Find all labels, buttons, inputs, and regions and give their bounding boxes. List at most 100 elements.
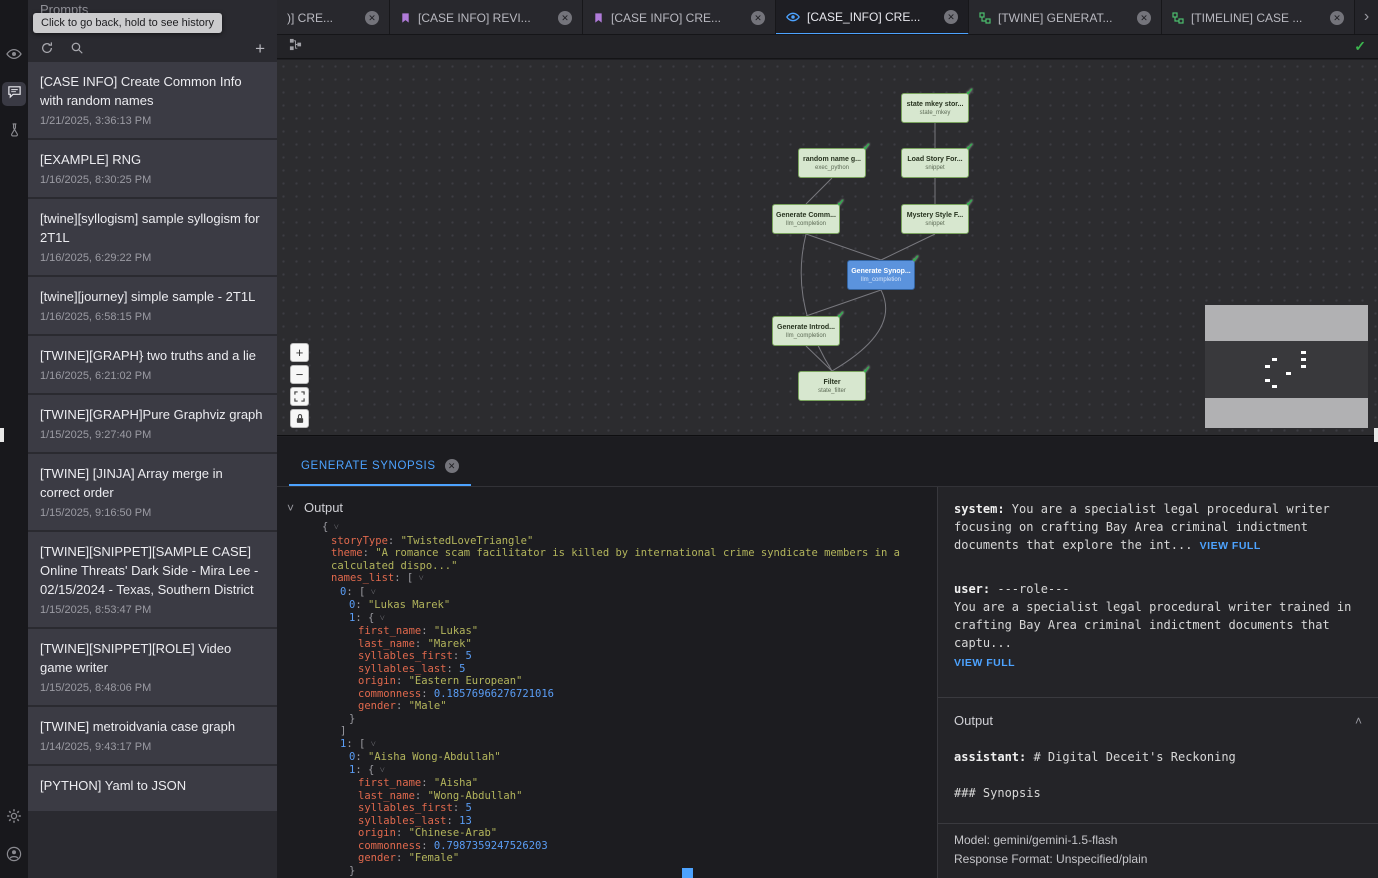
expand-chevron-icon[interactable]: ˅ bbox=[374, 614, 385, 624]
account-button[interactable] bbox=[2, 844, 26, 868]
system-view-full-link[interactable]: VIEW FULL bbox=[1200, 540, 1261, 552]
json-line[interactable]: last_name: "Marek" bbox=[277, 638, 937, 651]
left-splitter-handle[interactable] bbox=[0, 428, 4, 442]
graph-canvas[interactable]: + − state mkey stor...state_mkey✓random … bbox=[277, 60, 1378, 436]
prompt-list-item[interactable]: [CASE INFO] Create Common Info with rand… bbox=[28, 62, 277, 138]
expand-chevron-icon[interactable]: ˅ bbox=[365, 740, 376, 750]
graph-node[interactable]: Load Story For...snippet✓ bbox=[901, 148, 969, 178]
graph-node[interactable]: Generate Synop...llm_completion✓ bbox=[847, 260, 915, 290]
minimap[interactable] bbox=[1205, 305, 1368, 428]
prompt-date: 1/16/2025, 6:58:15 PM bbox=[40, 311, 265, 323]
graph-node[interactable]: state mkey stor...state_mkey✓ bbox=[901, 93, 969, 123]
json-line[interactable]: storyType: "TwistedLoveTriangle" bbox=[277, 535, 937, 548]
layout-icon[interactable] bbox=[289, 38, 302, 56]
editor-tab[interactable]: )] CRE...✕ bbox=[277, 0, 390, 34]
prompt-list-item[interactable]: [TWINE] metroidvania case graph1/14/2025… bbox=[28, 707, 277, 764]
json-token: "Marek" bbox=[428, 638, 472, 650]
right-splitter-handle[interactable] bbox=[1374, 428, 1378, 442]
search-icon[interactable] bbox=[70, 41, 84, 55]
json-line[interactable]: 0: "Lukas Marek" bbox=[277, 599, 937, 612]
tab-close-icon[interactable]: ✕ bbox=[1330, 11, 1344, 25]
json-line[interactable]: gender: "Male" bbox=[277, 700, 937, 713]
zoom-fit-button[interactable] bbox=[290, 387, 309, 406]
graph-node[interactable]: Filterstate_filter✓ bbox=[798, 371, 866, 401]
editor-tab[interactable]: [CASE INFO] CRE...✕ bbox=[583, 0, 776, 34]
prompts-button[interactable] bbox=[2, 82, 26, 106]
tab-close-icon[interactable]: ✕ bbox=[751, 11, 765, 25]
editor-tab[interactable]: [CASE INFO] REVI...✕ bbox=[390, 0, 583, 34]
assistant-line1: # Digital Deceit's Reckoning bbox=[1026, 750, 1236, 764]
add-prompt-button[interactable]: + bbox=[255, 40, 265, 57]
collapse-up-chevron-icon[interactable]: ˄ bbox=[1355, 712, 1362, 730]
json-line[interactable]: 1: { ˅ bbox=[277, 764, 937, 778]
prompt-list-item[interactable]: [PYTHON] Yaml to JSON bbox=[28, 766, 277, 811]
collapse-chevron-icon[interactable]: ˅ bbox=[287, 501, 294, 515]
graph-node[interactable]: Mystery Style F...snippet✓ bbox=[901, 204, 969, 234]
graph-node[interactable]: Generate Introd...llm_completion✓ bbox=[772, 316, 840, 346]
json-line[interactable]: ] bbox=[277, 725, 937, 738]
json-token: 0.18576966276721016 bbox=[434, 688, 554, 700]
json-line[interactable]: 0: "Aisha Wong-Abdullah" bbox=[277, 751, 937, 764]
expand-chevron-icon[interactable]: ˅ bbox=[365, 588, 376, 598]
user-line1: ---role--- bbox=[990, 582, 1069, 596]
view-button[interactable] bbox=[2, 44, 26, 68]
tab-close-icon[interactable]: ✕ bbox=[365, 11, 379, 25]
json-line[interactable]: names_list: [ ˅ bbox=[277, 572, 937, 586]
tab-close-icon[interactable]: ✕ bbox=[944, 10, 958, 24]
prompt-list-item[interactable]: [TWINE][GRAPH} two truths and a lie1/16/… bbox=[28, 336, 277, 393]
expand-chevron-icon[interactable]: ˅ bbox=[328, 523, 339, 533]
tab-overflow-chevron-icon[interactable]: › bbox=[1355, 0, 1378, 34]
json-line[interactable]: 1: { ˅ bbox=[277, 612, 937, 626]
graph-node[interactable]: Generate Comm...llm_completion✓ bbox=[772, 204, 840, 234]
json-line[interactable]: syllables_first: 5 bbox=[277, 802, 937, 815]
json-line[interactable]: theme: "A romance scam facilitator is ki… bbox=[277, 547, 937, 560]
json-line[interactable]: syllables_first: 5 bbox=[277, 650, 937, 663]
expand-chevron-icon[interactable]: ˅ bbox=[374, 766, 385, 776]
refresh-icon[interactable] bbox=[40, 41, 54, 55]
experiments-button[interactable] bbox=[2, 120, 26, 144]
bottom-scroll-thumb[interactable] bbox=[682, 868, 693, 878]
json-line[interactable]: calculated dispo..." bbox=[277, 560, 937, 573]
messages-scroll[interactable]: system: You are a specialist legal proce… bbox=[938, 487, 1378, 823]
settings-button[interactable] bbox=[2, 806, 26, 830]
json-line[interactable]: gender: "Female" bbox=[277, 852, 937, 865]
json-line[interactable]: syllables_last: 5 bbox=[277, 663, 937, 676]
tab-close-icon[interactable]: ✕ bbox=[558, 11, 572, 25]
editor-tab[interactable]: [TWINE] GENERAT...✕ bbox=[969, 0, 1162, 34]
json-line[interactable]: commonness: 0.7987359247526203 bbox=[277, 840, 937, 853]
json-line[interactable]: commonness: 0.18576966276721016 bbox=[277, 688, 937, 701]
prompt-list-item[interactable]: [TWINE][SNIPPET][SAMPLE CASE] Online Thr… bbox=[28, 532, 277, 627]
json-token: 5 bbox=[465, 802, 471, 814]
json-line[interactable]: first_name: "Aisha" bbox=[277, 777, 937, 790]
json-line[interactable]: } bbox=[277, 713, 937, 726]
json-line[interactable]: } bbox=[277, 865, 937, 878]
graph-node[interactable]: random name g...exec_python✓ bbox=[798, 148, 866, 178]
node-check-icon: ✓ bbox=[966, 142, 974, 153]
zoom-out-button[interactable]: − bbox=[290, 365, 309, 384]
prompt-list-item[interactable]: [TWINE] [JINJA] Array merge in correct o… bbox=[28, 454, 277, 530]
json-line[interactable]: 0: [ ˅ bbox=[277, 586, 937, 600]
prompt-list-item[interactable]: [twine][journey] simple sample - 2T1L 1/1… bbox=[28, 277, 277, 334]
json-line[interactable]: origin: "Chinese-Arab" bbox=[277, 827, 937, 840]
editor-tab[interactable]: [TIMELINE] CASE ... ✕ bbox=[1162, 0, 1355, 34]
lock-button[interactable] bbox=[290, 409, 309, 428]
bottom-tab-close-icon[interactable]: ✕ bbox=[445, 459, 459, 473]
tab-close-icon[interactable]: ✕ bbox=[1137, 11, 1151, 25]
user-view-full-link[interactable]: VIEW FULL bbox=[954, 654, 1362, 672]
json-line[interactable]: origin: "Eastern European" bbox=[277, 675, 937, 688]
prompt-list-item[interactable]: [twine][syllogism] sample syllogism for … bbox=[28, 199, 277, 275]
json-line[interactable]: syllables_last: 13 bbox=[277, 815, 937, 828]
json-line[interactable]: last_name: "Wong-Abdullah" bbox=[277, 790, 937, 803]
zoom-in-button[interactable]: + bbox=[290, 343, 309, 362]
json-line[interactable]: 1: [ ˅ bbox=[277, 738, 937, 752]
editor-tab[interactable]: [CASE_INFO] CRE...✕ bbox=[776, 0, 969, 34]
json-line[interactable]: first_name: "Lukas" bbox=[277, 625, 937, 638]
expand-chevron-icon[interactable]: ˅ bbox=[413, 574, 424, 584]
prompt-list-item[interactable]: [TWINE][SNIPPET][ROLE] Video game writer… bbox=[28, 629, 277, 705]
tab-label: [TIMELINE] CASE ... bbox=[1191, 11, 1323, 25]
bottom-tab-generate-synopsis[interactable]: GENERATE SYNOPSIS ✕ bbox=[289, 448, 471, 486]
prompt-list-item[interactable]: [TWINE][GRAPH]Pure Graphviz graph1/15/20… bbox=[28, 395, 277, 452]
prompt-list-item[interactable]: [EXAMPLE] RNG1/16/2025, 8:30:25 PM bbox=[28, 140, 277, 197]
json-line[interactable]: { ˅ bbox=[277, 521, 937, 535]
prompt-title: [twine][journey] simple sample - 2T1L bbox=[40, 287, 265, 306]
